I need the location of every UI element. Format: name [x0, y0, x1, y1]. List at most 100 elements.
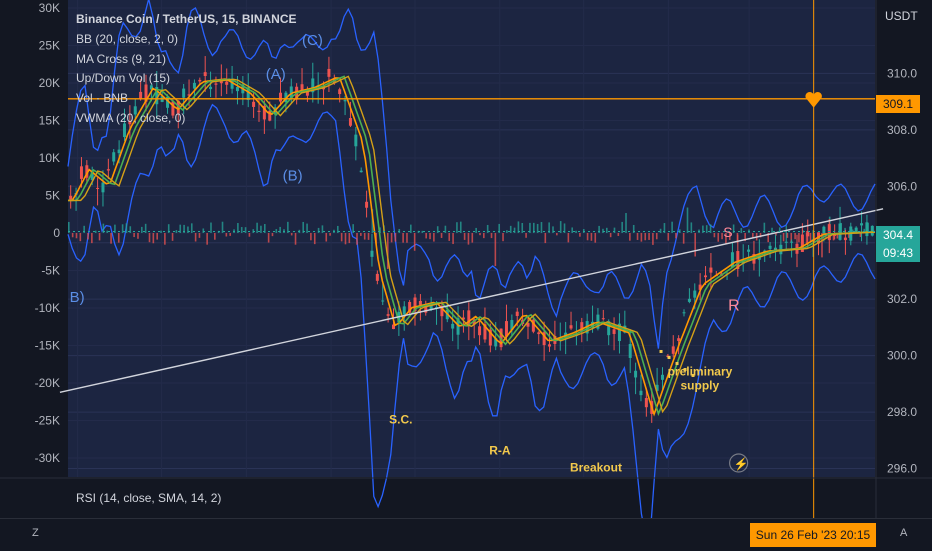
volume-bar-62: [306, 223, 308, 233]
candle-body-6: [101, 182, 105, 193]
candle-body-2: [79, 166, 83, 179]
volume-bar-128: [559, 221, 562, 233]
legend-volume[interactable]: Vol · BNB: [76, 89, 296, 109]
crosshair-price-tag: 309.1: [876, 95, 920, 113]
volume-bar-96: [436, 226, 439, 233]
volume-bar-156: [667, 233, 670, 241]
y-tick-left-3: 15K: [39, 114, 60, 128]
candle-body-52: [348, 118, 352, 126]
volume-bar-37: [210, 222, 212, 233]
volume-bar-28: [175, 230, 178, 233]
candle-body-48: [327, 68, 331, 77]
candle-body-83: [515, 311, 519, 316]
volume-bar-19: [141, 226, 143, 233]
candle-body-149: [870, 225, 874, 236]
legend-bollinger[interactable]: BB (20, close, 2, 0): [76, 30, 296, 50]
currency-label[interactable]: USDT: [885, 9, 918, 23]
candle-body-89: [548, 344, 552, 347]
legend-updown-vol[interactable]: Up/Down Vol (15): [76, 69, 296, 89]
volume-bar-108: [483, 233, 485, 239]
volume-bar-110: [490, 233, 493, 239]
y-tick-left-8: -10K: [35, 301, 60, 315]
countdown-tag: 09:43: [876, 244, 920, 262]
volume-bar-13: [117, 233, 120, 243]
volume-bar-166: [705, 225, 708, 233]
candle-body-116: [693, 290, 697, 298]
volume-bar-193: [809, 233, 812, 242]
y-tick-right-3: 302.0: [887, 292, 917, 306]
volume-bar-85: [394, 233, 397, 242]
volume-bar-16: [129, 226, 132, 233]
annotation-9: R: [728, 297, 740, 314]
candle-body-5: [96, 187, 100, 189]
crosshair-date-tag: Sun 26 Feb '23 20:15: [750, 523, 876, 547]
y-tick-left-0: 30K: [39, 1, 60, 15]
annotation-3: (B): [283, 168, 303, 185]
volume-bar-90: [413, 233, 416, 251]
volume-bar-150: [644, 233, 647, 241]
y-tick-right-1: 298.0: [887, 405, 917, 419]
candle-body-114: [682, 312, 686, 314]
candle-body-99: [601, 318, 605, 320]
candle-body-113: [677, 338, 681, 341]
timezone-button[interactable]: Z: [32, 527, 39, 539]
volume-bar-87: [402, 233, 404, 243]
volume-bar-101: [456, 222, 458, 233]
y-tick-left-7: -5K: [41, 264, 60, 278]
symbol-title[interactable]: Binance Coin / TetherUS, 15, BINANCE: [76, 10, 296, 30]
y-tick-left-5: 5K: [45, 189, 60, 203]
candle-body-112: [671, 346, 675, 354]
candle-body-106: [639, 390, 643, 396]
candle-body-101: [612, 329, 616, 334]
volume-bar-58: [290, 233, 293, 236]
volume-bar-49: [256, 222, 258, 233]
volume-bar-84: [390, 233, 393, 243]
volume-bar-66: [321, 225, 324, 233]
volume-bar-59: [294, 233, 297, 245]
volume-bar-163: [694, 233, 696, 257]
volume-bar-45: [240, 227, 243, 233]
volume-bar-107: [479, 233, 481, 236]
volume-bar-77: [363, 233, 366, 240]
volume-bar-38: [214, 233, 216, 240]
volume-bar-162: [690, 222, 693, 233]
candle-body-7: [106, 169, 110, 171]
candle-body-59: [386, 314, 390, 316]
volume-bar-21: [148, 233, 151, 243]
rsi-label[interactable]: RSI (14, close, SMA, 14, 2): [76, 491, 221, 505]
volume-bar-104: [467, 233, 470, 245]
annotation-8: supply: [681, 379, 720, 393]
legend-ma-cross[interactable]: MA Cross (9, 21): [76, 50, 296, 70]
volume-bar-1: [71, 233, 74, 238]
candle-body-62: [402, 306, 406, 315]
volume-bar-113: [502, 233, 504, 242]
auto-scale-button[interactable]: A: [900, 527, 907, 539]
volume-bar-75: [356, 233, 358, 245]
candle-body-130: [768, 245, 772, 249]
candle-body-87: [537, 332, 541, 335]
y-tick-left-9: -15K: [35, 339, 60, 353]
volume-bar-68: [329, 233, 331, 236]
volume-bar-41: [225, 233, 228, 237]
candle-body-65: [418, 300, 422, 305]
annotation-arrow-dot-3: [683, 367, 687, 371]
volume-bar-20: [144, 223, 147, 233]
candle-body-148: [865, 222, 869, 237]
volume-bar-78: [367, 233, 370, 240]
candle-body-51: [343, 100, 347, 102]
volume-bar-93: [425, 233, 427, 239]
volume-bar-152: [652, 233, 654, 245]
candle-body-115: [687, 298, 691, 302]
legend-vwma[interactable]: VWMA (20, close, 0): [76, 109, 296, 129]
volume-bar-135: [586, 233, 589, 241]
volume-bar-187: [786, 233, 789, 238]
volume-bar-8: [98, 233, 101, 241]
candle-body-58: [381, 300, 385, 302]
candle-body-54: [359, 170, 363, 173]
volume-bar-35: [202, 228, 205, 233]
y-tick-left-11: -25K: [35, 414, 60, 428]
volume-bar-88: [406, 233, 408, 243]
volume-bar-47: [248, 233, 251, 237]
chart-window: B) (A) (C) (B) S.C. R-A Breakout preliminary sup…: [0, 0, 932, 551]
volume-bar-133: [579, 233, 581, 237]
